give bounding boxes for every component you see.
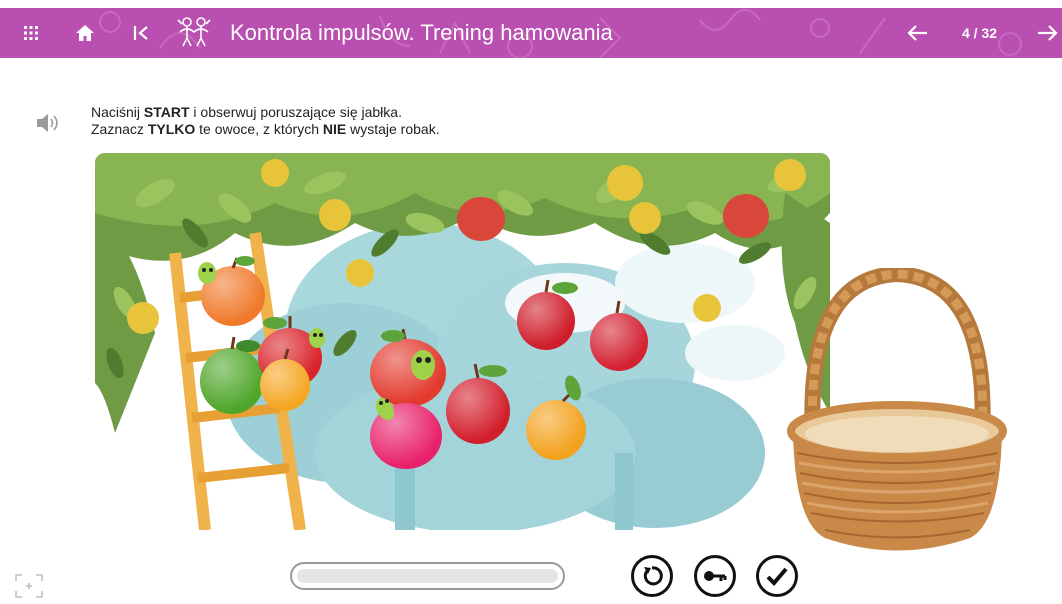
exercise-category-icon [172, 8, 216, 58]
grid-menu-icon[interactable] [18, 8, 44, 58]
arrow-left-icon[interactable] [903, 8, 931, 58]
top-bar: Kontrola impulsów. Trening hamowania 4 /… [0, 8, 1062, 58]
arrow-right-icon[interactable] [1034, 8, 1062, 58]
worm [309, 328, 325, 348]
fullscreen-icon[interactable] [14, 573, 44, 599]
key-icon [704, 571, 727, 581]
restart-icon [643, 566, 663, 586]
keyword-not: NIE [322, 121, 347, 137]
check-button[interactable] [756, 555, 798, 597]
apple-green[interactable] [200, 336, 264, 414]
orchard-illustration [95, 153, 830, 530]
progress-track [297, 569, 558, 583]
instruction-line-1: Naciśnij START i obserwuj poruszające si… [91, 104, 440, 121]
restart-button[interactable] [631, 555, 673, 597]
page-title: Kontrola impulsów. Trening hamowania [230, 20, 613, 45]
progress-bar [290, 562, 565, 590]
orchard-scene [95, 153, 830, 530]
basket-illustration [787, 265, 1007, 551]
basket[interactable] [785, 265, 1010, 553]
text: Zaznacz [91, 121, 148, 137]
text: wystaje robak. [346, 121, 440, 137]
text: i obserwuj poruszające się jabłka. [189, 104, 402, 120]
keyword-only: TYLKO [147, 121, 196, 137]
instruction-line-2: Zaznacz TYLKO te owoce, z których NIE wy… [91, 121, 440, 138]
check-icon [766, 567, 788, 586]
speaker-icon[interactable] [34, 110, 60, 136]
instructions: Naciśnij START i obserwuj poruszające si… [91, 104, 440, 138]
keyword-start: START [143, 104, 190, 120]
key-button[interactable] [694, 555, 736, 597]
worm [198, 262, 216, 284]
worm [411, 350, 435, 380]
page-counter: 4 / 32 [962, 25, 998, 41]
first-page-icon[interactable] [128, 8, 154, 58]
home-icon[interactable] [72, 8, 98, 58]
text: Naciśnij [91, 104, 144, 120]
text: te owoce, z których [195, 121, 323, 137]
